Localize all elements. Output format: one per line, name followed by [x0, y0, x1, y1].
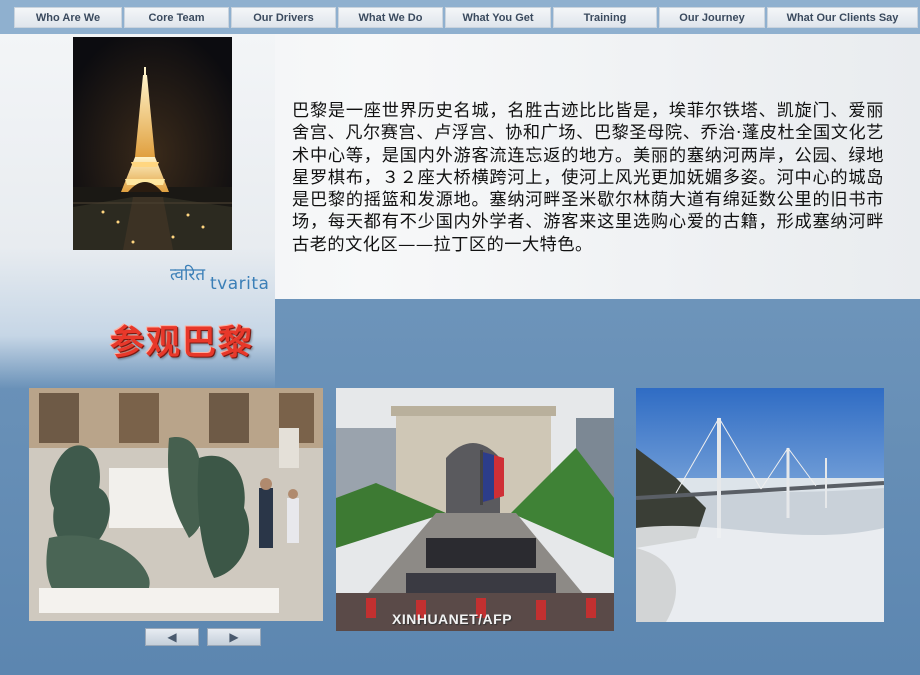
- left-triangle-icon: ◀: [167, 630, 177, 644]
- previous-button[interactable]: ◀: [145, 628, 199, 646]
- right-triangle-icon: ▶: [229, 630, 239, 644]
- top-nav: Who Are We Core Team Our Drivers What We…: [0, 0, 920, 34]
- tab-training[interactable]: Training: [553, 7, 657, 28]
- tab-core-team[interactable]: Core Team: [124, 7, 229, 28]
- tab-who-are-we[interactable]: Who Are We: [14, 7, 122, 28]
- logo-devanagari: त्वरित: [170, 265, 206, 285]
- tab-our-drivers[interactable]: Our Drivers: [231, 7, 336, 28]
- millau-bridge-photo: [636, 388, 884, 622]
- next-button[interactable]: ▶: [207, 628, 261, 646]
- logo-latin: tvarita: [210, 274, 270, 294]
- eiffel-tower-photo: [73, 37, 232, 250]
- tvarita-logo: त्वरित tvarita: [170, 262, 280, 296]
- section-heading: 参观巴黎: [110, 323, 254, 363]
- tab-what-our-clients-say[interactable]: What Our Clients Say: [767, 7, 918, 28]
- tab-our-journey[interactable]: Our Journey: [659, 7, 765, 28]
- tab-what-we-do[interactable]: What We Do: [338, 7, 443, 28]
- statues-photo: [29, 388, 323, 621]
- tab-what-you-get[interactable]: What You Get: [445, 7, 551, 28]
- photo-watermark: XINHUANET/AFP: [392, 611, 513, 627]
- arc-de-triomphe-photo: XINHUANET/AFP: [336, 388, 614, 631]
- paris-description: 巴黎是一座世界历史名城，名胜古迹比比皆是，埃菲尔铁塔、凯旋门、爱丽舍宫、凡尔赛宫…: [292, 101, 884, 255]
